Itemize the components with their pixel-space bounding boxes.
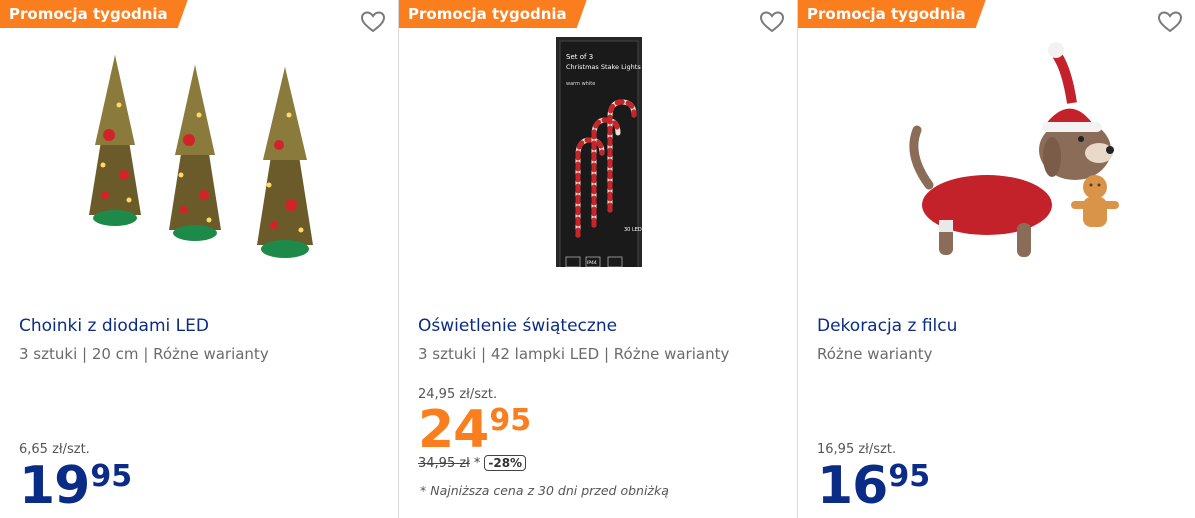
product-name[interactable]: Oświetlenie świąteczne (418, 316, 617, 336)
old-price-marker: * (473, 455, 481, 471)
price-decimal: 95 (90, 459, 133, 494)
price: 2495 (418, 404, 531, 456)
heart-icon[interactable] (360, 10, 386, 34)
svg-text:Christmas Stake Lights: Christmas Stake Lights (566, 63, 641, 71)
unit-price: 16,95 zł/szt. (817, 442, 897, 457)
product-grid: Promocja tygodnia Choinki z diodami LED … (0, 0, 1195, 518)
product-card-felt[interactable]: Promocja tygodnia Dekoracja z filcu Różn… (798, 0, 1195, 518)
box-title: Set of 3 (566, 53, 593, 61)
box-subtitle: warm white (566, 81, 595, 87)
lowest-price-footnote: * Najniższa cena z 30 dni przed obniżką (420, 483, 669, 498)
product-card-trees[interactable]: Promocja tygodnia Choinki z diodami LED … (0, 0, 399, 518)
heart-icon[interactable] (1157, 10, 1183, 34)
product-image-lights[interactable]: Set of 3 Christmas Stake Lights warm whi… (468, 35, 728, 267)
box-ip: IP44 (587, 260, 597, 266)
promo-badge: Promocja tygodnia (399, 0, 587, 28)
old-price-row: 34,95 zł * -28% (418, 455, 527, 471)
price-integer: 19 (19, 456, 90, 516)
product-image-trees[interactable] (69, 35, 329, 267)
heart-icon[interactable] (759, 10, 785, 34)
promo-badge: Promocja tygodnia (0, 0, 188, 28)
box-count: 30 LED (624, 227, 642, 233)
price: 1695 (817, 460, 930, 512)
old-price: 34,95 zł (418, 455, 470, 471)
price: 1995 (19, 460, 132, 512)
product-description: Różne warianty (817, 345, 933, 363)
product-image-felt-dog[interactable] (867, 35, 1127, 267)
product-name[interactable]: Choinki z diodami LED (19, 316, 209, 336)
product-description: 3 sztuki | 42 lampki LED | Różne wariant… (418, 345, 730, 363)
product-name[interactable]: Dekoracja z filcu (817, 316, 957, 336)
product-description: 3 sztuki | 20 cm | Różne warianty (19, 345, 269, 363)
product-card-lights[interactable]: Promocja tygodnia Set of 3 Christmas Sta… (399, 0, 798, 518)
discount-badge: -28% (484, 455, 527, 471)
price-integer: 24 (418, 400, 489, 460)
unit-price: 6,65 zł/szt. (19, 442, 90, 457)
price-decimal: 95 (888, 459, 931, 494)
promo-badge: Promocja tygodnia (798, 0, 986, 28)
price-integer: 16 (817, 456, 888, 516)
price-decimal: 95 (489, 403, 532, 438)
